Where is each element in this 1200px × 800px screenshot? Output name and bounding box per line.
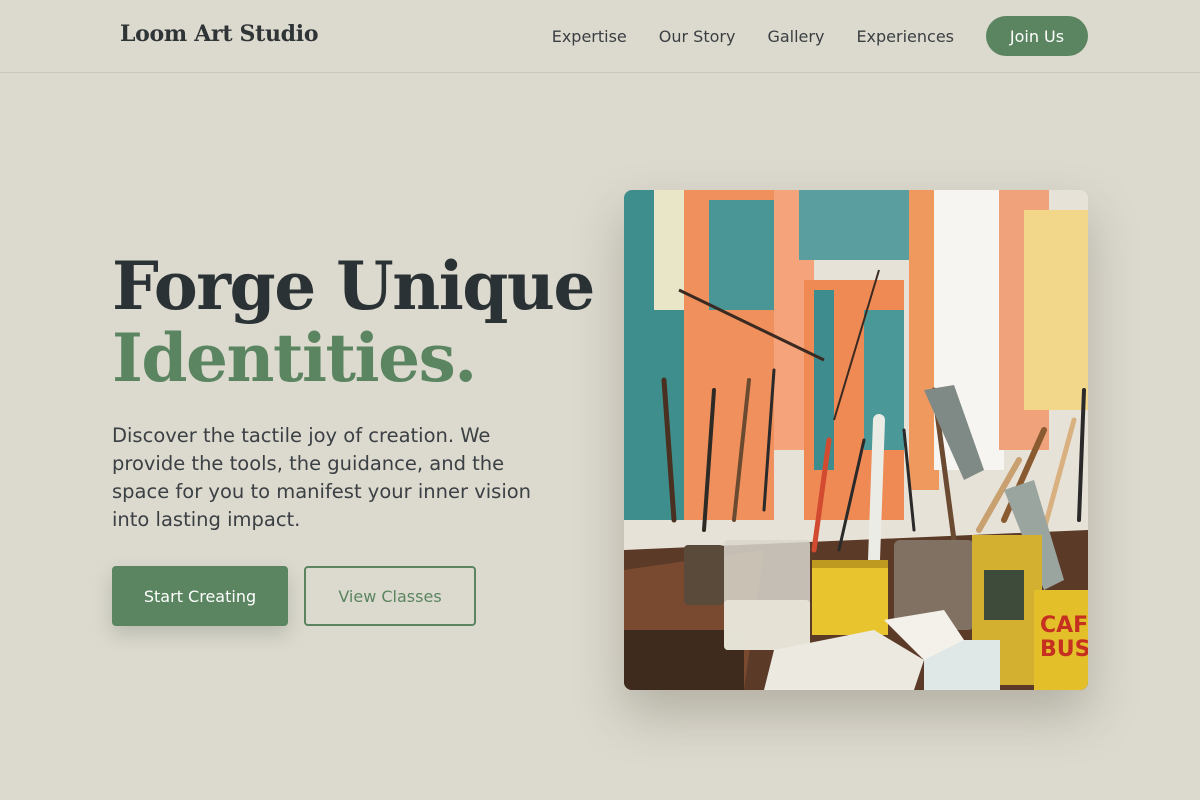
hero-image-art-supplies: CAF BUST bbox=[624, 190, 1088, 690]
view-classes-button[interactable]: View Classes bbox=[304, 566, 476, 626]
nav-link-our-story[interactable]: Our Story bbox=[659, 27, 736, 46]
brand-logo[interactable]: Loom Art Studio bbox=[120, 21, 319, 47]
start-creating-button[interactable]: Start Creating bbox=[112, 566, 288, 626]
nav-link-expertise[interactable]: Expertise bbox=[552, 27, 627, 46]
svg-text:BUST: BUST bbox=[1040, 637, 1088, 662]
cafe-bust-label: CAF bbox=[1040, 613, 1088, 638]
main-nav: Expertise Our Story Gallery Experiences … bbox=[552, 16, 1088, 56]
hero-title-line1: Forge Unique bbox=[112, 247, 595, 325]
join-us-button[interactable]: Join Us bbox=[986, 16, 1088, 56]
hero-description: Discover the tactile joy of creation. We… bbox=[112, 424, 532, 531]
hero-title-line2: Identities. bbox=[112, 319, 477, 397]
hero-title: Forge Unique Identities. bbox=[112, 247, 595, 397]
site-header: Loom Art Studio Expertise Our Story Gall… bbox=[0, 0, 1200, 73]
nav-link-experiences[interactable]: Experiences bbox=[856, 27, 954, 46]
nav-link-gallery[interactable]: Gallery bbox=[767, 27, 824, 46]
